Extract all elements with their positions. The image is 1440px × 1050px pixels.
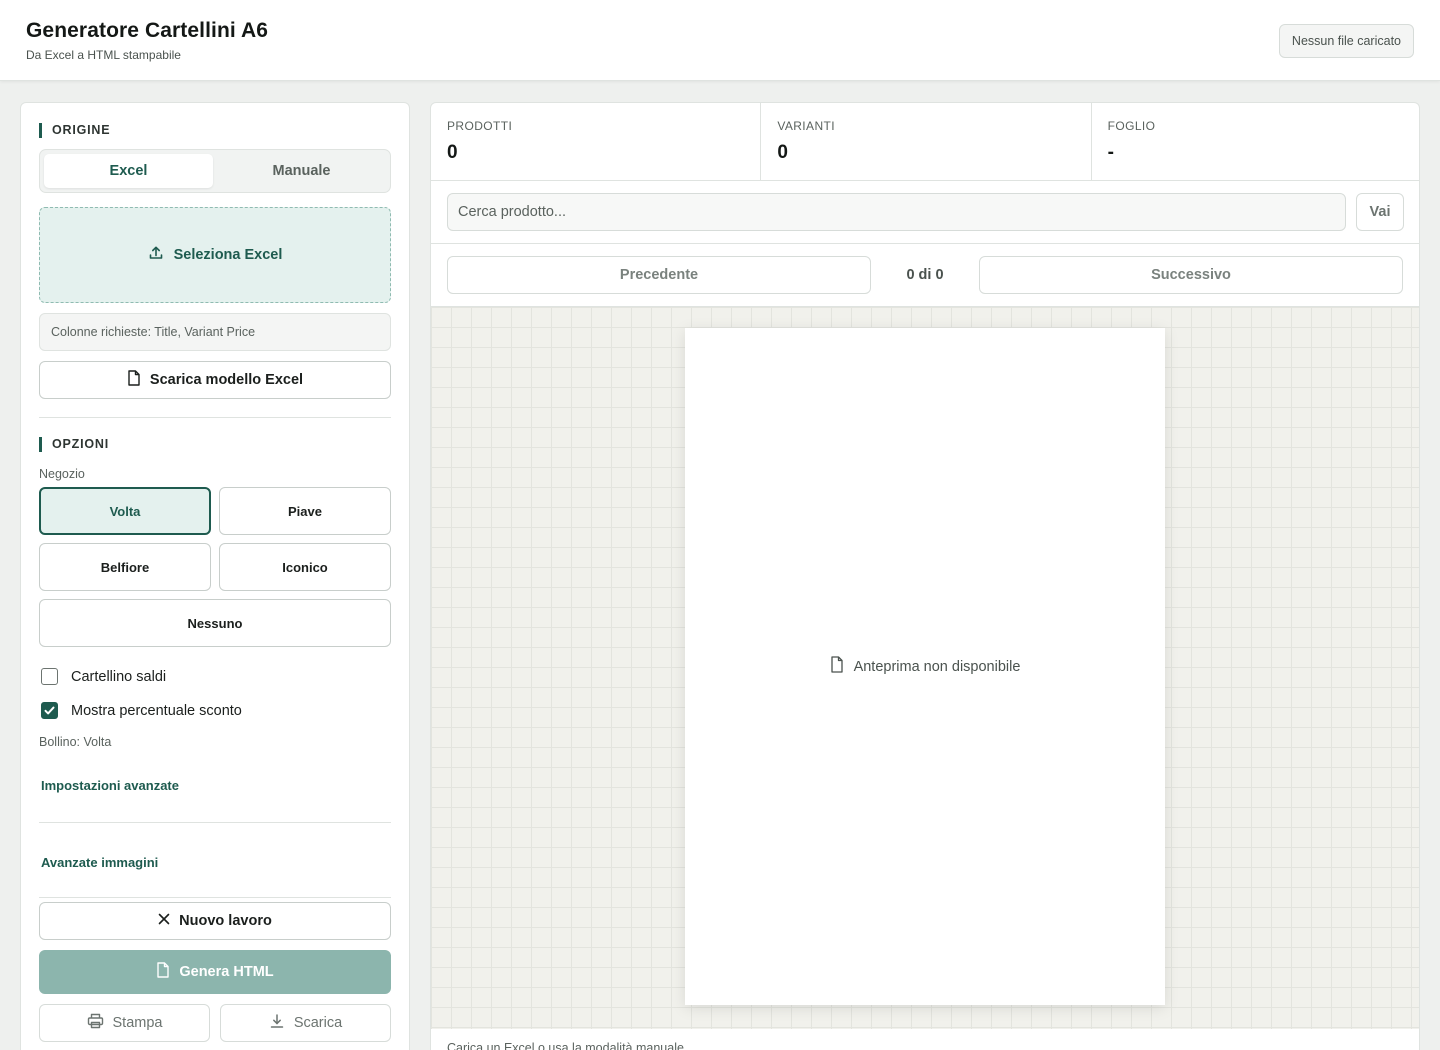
stat-value: 0 [447, 142, 458, 163]
stat-label: FOGLIO [1107, 119, 1156, 133]
show-discount-label: Mostra percentuale sconto [71, 702, 242, 719]
download-button[interactable]: Scarica [220, 1004, 391, 1042]
printer-icon [87, 1013, 104, 1033]
preview-panel: PRODOTTI 0 VARIANTI 0 FOGLIO - Vai Prece… [430, 102, 1420, 1050]
shop-option-volta[interactable]: Volta [39, 487, 211, 535]
footer-hint: Carica un Excel o usa la modalità manual… [447, 1041, 684, 1050]
show-discount-checkbox-row[interactable]: Mostra percentuale sconto [41, 702, 242, 719]
file-icon [156, 962, 170, 982]
search-go-button[interactable]: Vai [1356, 193, 1404, 231]
download-label: Scarica [293, 1015, 343, 1031]
divider [39, 417, 391, 418]
pager: Precedente 0 di 0 Successivo [431, 244, 1419, 307]
generate-html-label: Genera HTML [179, 964, 274, 980]
product-search-input[interactable] [447, 193, 1346, 231]
file-icon [127, 370, 141, 390]
upload-icon [148, 245, 164, 265]
shop-label: Negozio [39, 467, 85, 481]
select-excel-label: Seleziona Excel [173, 247, 283, 263]
close-icon [158, 913, 170, 929]
badge-info: Bollino: Volta [39, 735, 112, 749]
print-button[interactable]: Stampa [39, 1004, 210, 1042]
tab-manual[interactable]: Manuale [217, 154, 386, 188]
preview-canvas: Anteprima non disponibile [431, 307, 1419, 1029]
next-button[interactable]: Successivo [979, 256, 1403, 294]
new-job-label: Nuovo lavoro [179, 913, 272, 929]
sale-tag-checkbox[interactable] [41, 668, 58, 685]
source-mode-tabs: Excel Manuale [39, 149, 391, 193]
divider [39, 822, 391, 823]
sale-tag-checkbox-row[interactable]: Cartellino saldi [41, 668, 166, 685]
sale-tag-label: Cartellino saldi [71, 668, 167, 685]
file-status-badge: Nessun file caricato [1278, 24, 1414, 58]
stat-value: - [1107, 142, 1114, 163]
select-excel-button[interactable]: Seleziona Excel [39, 207, 391, 303]
options-section-title: OPZIONI [39, 437, 109, 452]
app-subtitle: Da Excel a HTML stampabile [26, 48, 181, 62]
download-template-label: Scarica modello Excel [149, 372, 304, 388]
stat-value: 0 [777, 142, 788, 163]
tab-excel[interactable]: Excel [44, 154, 213, 188]
download-icon [269, 1013, 285, 1033]
shop-option-belfiore[interactable]: Belfiore [39, 543, 211, 591]
preview-sheet: Anteprima non disponibile [685, 328, 1165, 1005]
file-icon [830, 656, 844, 677]
stat-sheet: FOGLIO - [1092, 103, 1419, 180]
sidebar: ORIGINE Excel Manuale Seleziona Excel Co… [20, 102, 410, 1050]
app-title: Generatore Cartellini A6 [26, 19, 269, 42]
stat-variants: VARIANTI 0 [761, 103, 1092, 180]
advanced-images-toggle[interactable]: Avanzate immagini [41, 855, 158, 870]
preview-empty-text: Anteprima non disponibile [853, 658, 1021, 675]
stat-label: VARIANTI [777, 119, 835, 133]
advanced-settings-toggle[interactable]: Impostazioni avanzate [41, 778, 179, 793]
shop-option-iconico[interactable]: Iconico [219, 543, 391, 591]
previous-button[interactable]: Precedente [447, 256, 871, 294]
search-row: Vai [431, 181, 1419, 244]
generate-html-button[interactable]: Genera HTML [39, 950, 391, 994]
stat-products: PRODOTTI 0 [431, 103, 762, 180]
shop-option-nessuno[interactable]: Nessuno [39, 599, 391, 647]
download-template-button[interactable]: Scarica modello Excel [39, 361, 391, 399]
new-job-button[interactable]: Nuovo lavoro [39, 902, 391, 940]
required-columns-note: Colonne richieste: Title, Variant Price [39, 313, 391, 351]
origin-section-title: ORIGINE [39, 123, 110, 138]
page-counter: 0 di 0 [906, 267, 944, 283]
show-discount-checkbox[interactable] [41, 702, 58, 719]
stats-bar: PRODOTTI 0 VARIANTI 0 FOGLIO - [431, 103, 1419, 181]
shop-option-piave[interactable]: Piave [219, 487, 391, 535]
divider [39, 897, 391, 898]
print-label: Stampa [112, 1015, 163, 1031]
check-icon [44, 706, 55, 715]
stat-label: PRODOTTI [447, 119, 513, 133]
app-header: Generatore Cartellini A6 Da Excel a HTML… [0, 0, 1440, 81]
